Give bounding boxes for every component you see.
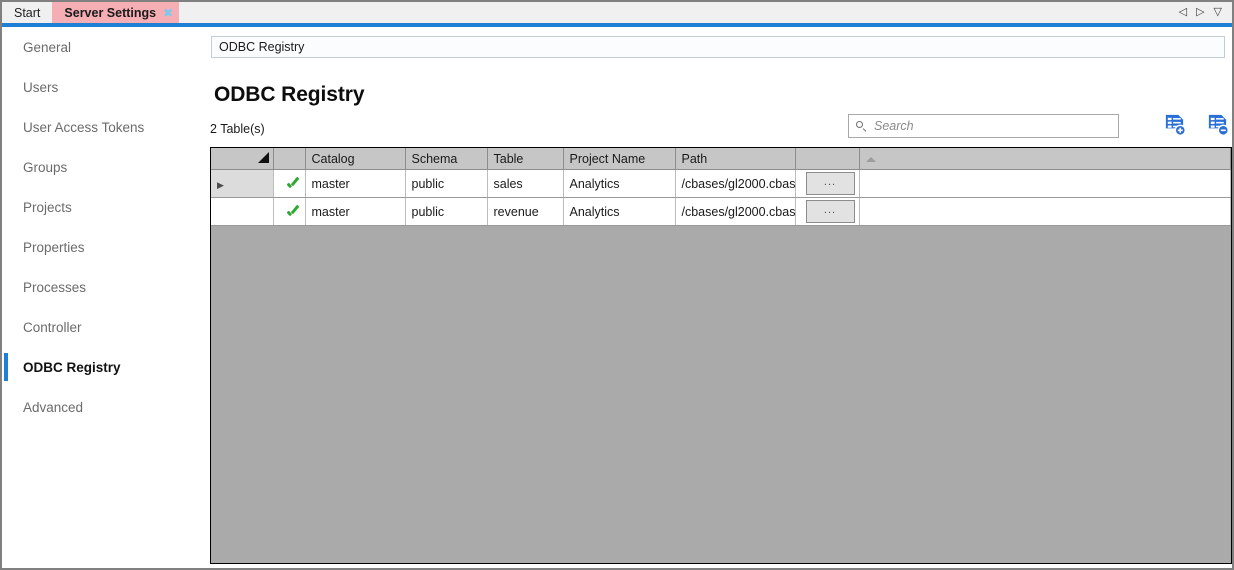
row-enabled-cell[interactable] [273,169,306,198]
row-enabled-cell[interactable] [273,197,306,226]
content-pane: ODBC Registry ODBC Registry 2 Table(s) S… [207,27,1232,566]
close-icon[interactable]: ✖ [163,7,173,19]
tab-bar: Start Server Settings ✖ ◁ ▷ ▽ [2,2,1232,23]
table-header-row: Catalog Schema Table Project Name Path [211,148,1231,170]
select-all-header[interactable] [211,148,274,170]
cell-schema[interactable]: public [405,197,488,226]
sidebar-item-label: Processes [23,279,87,295]
check-icon [286,178,299,191]
cell-catalog[interactable]: master [305,169,406,198]
sidebar-item-label: Groups [23,159,68,175]
cell-project-name[interactable]: Analytics [563,169,676,198]
table-row[interactable]: ▶ master public sales Analytics /cbases/… [211,169,1231,198]
sidebar-item-label: Advanced [23,399,84,415]
sidebar-item-processes[interactable]: Processes [4,267,207,307]
grid-toolbar [1163,113,1229,136]
cell-browse: ... [795,197,860,226]
cell-project-name[interactable]: Analytics [563,197,676,226]
sidebar-item-advanced[interactable]: Advanced [4,387,207,427]
search-icon [856,120,867,132]
sidebar-item-label: User Access Tokens [23,119,145,135]
sort-ascending-icon [865,156,876,162]
chevron-down-icon[interactable]: ▽ [1214,7,1222,18]
remove-table-icon[interactable] [1206,113,1229,136]
sidebar-item-properties[interactable]: Properties [4,227,207,267]
tab-nav-controls: ◁ ▷ ▽ [1179,2,1232,23]
sidebar-item-user-access-tokens[interactable]: User Access Tokens [4,107,207,147]
column-header-path[interactable]: Path [675,148,796,170]
search-placeholder: Search [874,119,914,133]
breadcrumb[interactable]: ODBC Registry [211,36,1225,58]
chevron-left-icon[interactable]: ◁ [1179,7,1187,18]
sidebar-item-general[interactable]: General [4,27,207,67]
column-header-browse[interactable] [795,148,860,170]
tab-bar-spacer [179,2,1178,23]
sidebar-item-label: Properties [23,239,85,255]
search-input[interactable]: Search [848,114,1119,138]
column-header-spacer[interactable] [859,148,1231,170]
cell-table[interactable]: revenue [487,197,564,226]
cell-schema[interactable]: public [405,169,488,198]
cell-table[interactable]: sales [487,169,564,198]
row-selector[interactable] [211,197,274,226]
browse-button[interactable]: ... [805,200,855,223]
tab-server-settings-label: Server Settings [64,5,157,20]
chevron-right-icon[interactable]: ▷ [1196,7,1204,18]
sidebar-item-label: Controller [23,319,82,335]
sidebar-item-groups[interactable]: Groups [4,147,207,187]
column-label: Table [493,151,524,166]
odbc-registry-grid[interactable]: Catalog Schema Table Project Name Path ▶… [210,147,1232,564]
cell-spacer [859,197,1231,226]
table-row[interactable]: master public revenue Analytics /cbases/… [211,197,1231,226]
cell-path[interactable]: /cbases/gl2000.cbase [675,169,796,198]
browse-button[interactable]: ... [805,172,855,195]
sidebar-item-projects[interactable]: Projects [4,187,207,227]
sidebar-item-label: General [23,39,72,55]
column-header-enabled[interactable] [273,148,306,170]
column-header-catalog[interactable]: Catalog [305,148,406,170]
sidebar-item-label: Users [23,79,59,95]
column-header-project-name[interactable]: Project Name [563,148,676,170]
breadcrumb-label: ODBC Registry [219,40,305,54]
page-title: ODBC Registry [214,83,365,106]
sidebar-item-odbc-registry[interactable]: ODBC Registry [4,347,207,387]
tab-start-label: Start [14,5,41,20]
sidebar: General Users User Access Tokens Groups … [4,27,207,566]
cell-browse: ... [795,169,860,198]
column-header-schema[interactable]: Schema [405,148,488,170]
add-table-icon[interactable] [1163,113,1186,136]
column-label: Project Name [569,151,646,166]
sidebar-item-controller[interactable]: Controller [4,307,207,347]
cell-spacer [859,169,1231,198]
column-label: Schema [411,151,458,166]
column-header-table[interactable]: Table [487,148,564,170]
sidebar-item-users[interactable]: Users [4,67,207,107]
cell-catalog[interactable]: master [305,197,406,226]
column-label: Catalog [311,151,355,166]
row-selector[interactable]: ▶ [211,169,274,198]
sidebar-item-label: Projects [23,199,72,215]
tab-server-settings[interactable]: Server Settings ✖ [52,2,180,23]
application-window: Start Server Settings ✖ ◁ ▷ ▽ General Us… [0,0,1234,570]
cell-path[interactable]: /cbases/gl2000.cbase [675,197,796,226]
current-row-icon: ▶ [217,179,224,190]
table-count-label: 2 Table(s) [210,122,265,136]
column-label: Path [681,151,708,166]
tab-start[interactable]: Start [2,2,52,23]
grid-empty-area [211,226,1231,563]
check-icon [286,206,299,219]
sidebar-item-label: ODBC Registry [23,359,121,375]
